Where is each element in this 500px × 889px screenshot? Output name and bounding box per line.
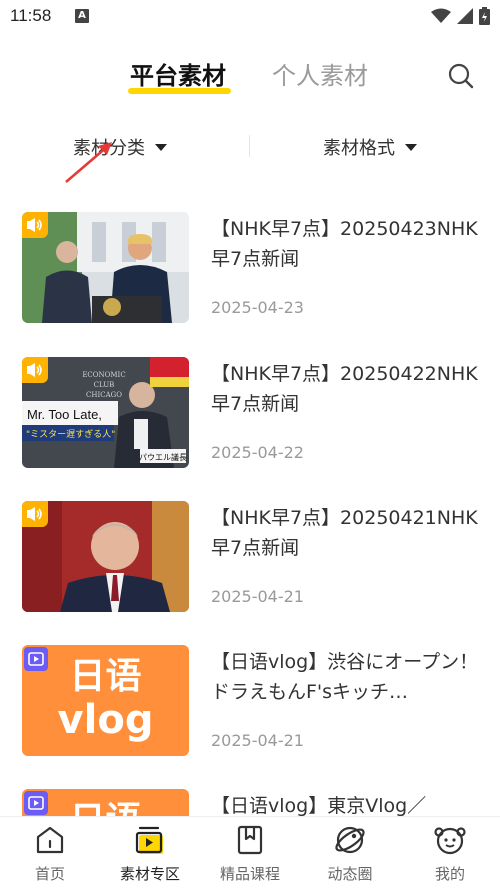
audio-badge-icon (22, 501, 48, 527)
nav-profile[interactable]: 我的 (410, 823, 490, 884)
status-icons (431, 7, 490, 25)
club-text-2: CLUB (94, 381, 115, 389)
nav-courses[interactable]: 精品课程 (210, 823, 290, 884)
notification-icon: A (75, 9, 89, 23)
list-item[interactable]: ECONOMIC CLUB CHICAGO Mr. Too Late, "ミスタ… (22, 357, 482, 469)
item-date: 2025-04-21 (211, 731, 304, 750)
filter-divider (249, 135, 250, 157)
item-title: 【NHK早7点】20250422NHK早7点新闻 (211, 363, 478, 415)
nav-label: 首页 (34, 865, 65, 883)
overlay-caption: Mr. Too Late, (27, 407, 102, 422)
item-title: 【日语vlog】東京Vlog／ (211, 795, 427, 817)
video-badge-icon (24, 791, 48, 815)
tab-personal-materials[interactable]: 个人素材 (272, 56, 368, 91)
list-item[interactable]: 【NHK早7点】20250421NHK早7点新闻 2025-04-21 (22, 501, 482, 613)
tab-platform-materials[interactable]: 平台素材 (130, 56, 226, 91)
caret-down-icon (155, 143, 167, 151)
caret-down-icon (405, 143, 417, 151)
item-title: 【NHK早7点】20250421NHK早7点新闻 (211, 507, 478, 559)
item-title: 【日语vlog】渋谷にオープン！ドラえもんF'sキッチ… (211, 651, 479, 703)
materials-icon (135, 826, 163, 854)
home-icon (36, 826, 64, 854)
wifi-icon (431, 8, 451, 23)
list-item[interactable]: 【NHK早7点】20250423NHK早7点新闻 2025-04-23 (22, 212, 482, 324)
overlay-subcaption: "ミスター遅すぎる人" (26, 428, 115, 440)
overlay-name-tag: パウエル議長 (139, 452, 187, 462)
nav-label: 动态圈 (327, 865, 373, 883)
item-date: 2025-04-22 (211, 443, 304, 462)
annotation-arrow-icon (65, 142, 112, 183)
club-text-1: ECONOMIC (82, 371, 125, 379)
video-badge-icon (24, 647, 48, 671)
community-icon (335, 826, 365, 854)
nav-materials[interactable]: 素材专区 (110, 823, 190, 884)
status-time: 11:58 (10, 6, 52, 25)
list-item[interactable]: 日语 【日语vlog】東京Vlog／ (22, 789, 482, 817)
search-icon[interactable] (447, 62, 475, 90)
profile-icon (434, 827, 466, 855)
item-title: 【NHK早7点】20250423NHK早7点新闻 (211, 218, 478, 270)
nav-label: 素材专区 (119, 865, 180, 883)
nav-home[interactable]: 首页 (10, 823, 90, 884)
item-date: 2025-04-21 (211, 587, 304, 606)
thumbnail: ECONOMIC CLUB CHICAGO Mr. Too Late, "ミスタ… (22, 357, 189, 468)
item-date: 2025-04-23 (211, 298, 304, 317)
club-text-3: CHICAGO (86, 391, 122, 399)
nav-community[interactable]: 动态圈 (310, 823, 390, 884)
bottom-nav: 首页 素材专区 精品课程 动态圈 我的 (0, 816, 500, 889)
thumbnail (22, 212, 189, 323)
battery-icon (479, 7, 490, 25)
format-filter[interactable]: 素材格式 (323, 134, 417, 160)
list-item[interactable]: 日语 vlog 【日语vlog】渋谷にオープン！ドラえもんF'sキッチ… 202… (22, 645, 482, 757)
top-tabs: 平台素材 个人素材 (0, 52, 500, 102)
audio-badge-icon (22, 357, 48, 383)
format-filter-label: 素材格式 (323, 138, 395, 159)
status-bar: 11:58 A (0, 0, 500, 34)
nav-label: 精品课程 (219, 865, 280, 883)
nav-label: 我的 (434, 865, 465, 883)
course-icon (237, 825, 263, 855)
audio-badge-icon (22, 212, 48, 238)
thumbnail (22, 501, 189, 612)
signal-icon (457, 8, 473, 24)
vlog-thumb-line2: vlog (57, 697, 154, 743)
thumbnail: 日语 (22, 789, 189, 817)
thumbnail: 日语 vlog (22, 645, 189, 756)
